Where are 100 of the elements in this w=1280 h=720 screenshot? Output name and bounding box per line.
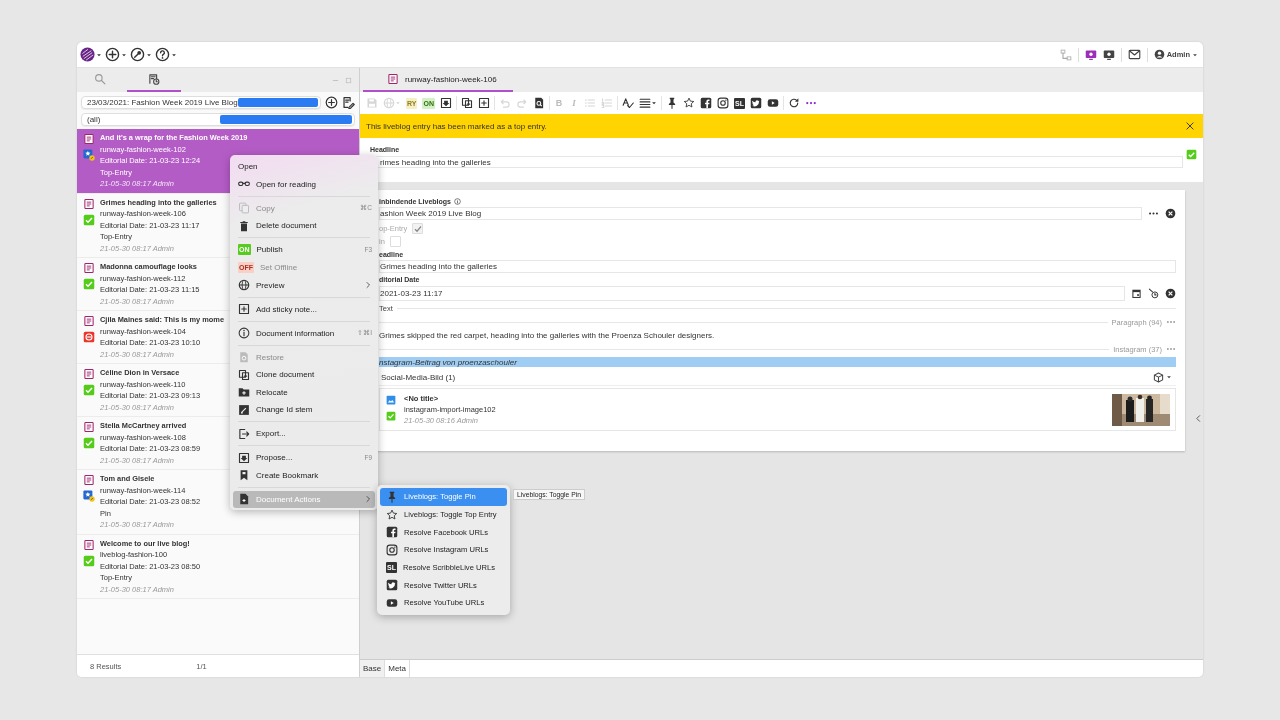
document-icon [83,315,95,327]
caret-icon[interactable] [146,51,152,58]
document-icon [83,474,95,486]
save-icon [366,97,378,109]
help-icon[interactable] [155,47,170,62]
globe-icon [383,97,395,109]
propose-icon [439,97,452,109]
clone-button[interactable] [460,97,473,109]
refresh-icon [787,97,800,109]
gallery-title: Social-Media-Bild (1) [381,372,456,382]
pin-icon [386,490,398,503]
monitor-icon[interactable] [1102,48,1115,61]
add-note-icon [477,97,490,109]
monitor-icon[interactable] [1084,48,1097,61]
caret-icon[interactable] [121,51,127,58]
liveblog-field[interactable]: ashion Week 2019 Live Blog [379,207,1142,220]
liveblog-select[interactable]: 23/03/2021: Fashion Week 2019 Live Blog [81,96,321,109]
youtube-button[interactable] [766,97,779,109]
wrench-icon[interactable] [130,47,145,62]
paragraph-text: Grimes skipped the red carpet, heading into the galleries with the Proenza Schouler designers. [379,330,716,342]
youtube-icon [386,596,398,609]
user-icon [1153,49,1165,60]
numbered-list-icon [600,97,613,109]
align-icon [638,97,651,109]
date-field[interactable]: 2021-03-23 11:17 [379,285,1125,301]
clone-icon [238,368,250,381]
document-icon [83,368,95,380]
twitter-button[interactable] [749,97,762,109]
checkmark-icon [83,437,95,449]
add-note-icon [238,303,250,316]
copy-icon [238,202,250,215]
star-badge-icon [83,149,95,161]
caret-icon [395,100,401,106]
chevron-left-icon[interactable] [1194,414,1203,423]
document-icon [238,493,250,506]
checkmark-icon[interactable] [1186,149,1197,160]
trash-icon [238,219,250,232]
document-icon [387,73,399,85]
caret-icon[interactable] [1166,374,1172,380]
logo-icon[interactable] [80,47,95,62]
preview-button[interactable] [532,97,545,109]
align-button[interactable] [638,97,657,109]
edit-document-icon[interactable] [342,96,355,109]
preview-icon [532,97,545,109]
note-button[interactable] [477,97,490,109]
document-icon [83,262,95,274]
clear-icon[interactable] [1165,208,1176,219]
close-icon[interactable] [1185,121,1195,131]
export-icon [238,427,250,440]
facebook-icon [386,526,398,539]
restore-icon [238,351,250,363]
instagram-icon [386,543,398,556]
document-icon [83,133,95,145]
star-badge-icon [83,490,95,502]
info-icon [453,197,461,205]
star-button[interactable] [682,97,695,109]
star-icon [682,97,695,109]
globe-icon [238,279,250,292]
info-icon [238,327,250,340]
document-clock-icon [148,73,160,85]
checkmark-icon [83,278,95,290]
add-icon[interactable] [105,47,120,62]
instagram-button[interactable] [716,97,729,109]
spellcheck-icon [621,97,634,109]
twitter-icon [749,97,762,109]
checkmark-icon [83,384,95,396]
document-icon [83,421,95,433]
embed-caption: nstagram-Beitrag von proenzaschouler [379,357,1176,367]
calendar-icon[interactable] [1131,287,1142,299]
propose-button[interactable] [439,97,452,109]
add-icon[interactable] [325,96,338,109]
filter-select[interactable]: (all) [81,113,355,126]
view-tab[interactable]: Meta [385,660,411,677]
document-icon [83,538,95,551]
spellcheck-button[interactable] [621,97,634,109]
mail-icon[interactable] [1127,48,1141,61]
youtube-icon [766,97,779,109]
instagram-icon [716,97,729,109]
search-icon [94,73,106,85]
chevron-right-icon [364,495,372,504]
clear-icon[interactable] [1165,287,1176,299]
bookmark-icon [238,469,250,482]
checkbox[interactable] [412,223,424,234]
facebook-icon [699,97,712,109]
headline-field[interactable]: Grimes heading into the galleries [379,260,1176,273]
undo-icon [498,97,511,109]
view-tab[interactable]: Base [360,660,386,677]
clock-icon[interactable] [1148,287,1159,299]
refresh-button[interactable] [787,97,800,109]
image-icon [386,395,396,405]
checkbox[interactable] [389,236,401,247]
blocked-icon [83,331,95,343]
chevron-right-icon [364,281,372,290]
checkmark-icon [83,213,95,226]
propose-icon [238,451,250,464]
caret-icon[interactable] [171,51,177,58]
facebook-button[interactable] [699,97,712,109]
twitter-icon [386,579,398,592]
folder-icon [238,386,250,399]
cube-icon[interactable] [1153,371,1164,383]
